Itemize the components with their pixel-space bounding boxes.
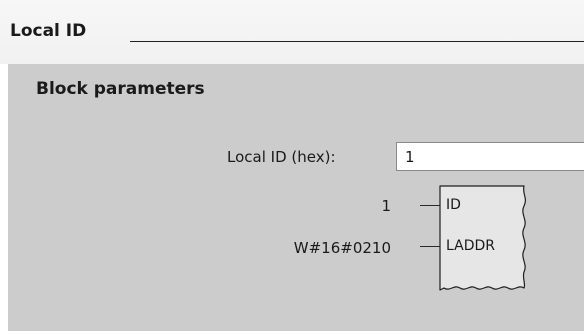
section-title: Local ID (10, 21, 87, 41)
panel-title: Block parameters (36, 79, 205, 99)
local-id-label: Local ID (hex): (227, 148, 336, 166)
pin-id-connector (420, 205, 440, 206)
block-parameters-panel: Block parameters Local ID (hex): 1 W#16#… (8, 64, 584, 331)
pin-id-name: ID (446, 197, 461, 213)
pin-laddr-connector (420, 246, 440, 247)
section-header: Local ID (0, 0, 584, 64)
pin-laddr-value: W#16#0210 (293, 239, 391, 257)
pin-laddr-name: LADDR (446, 238, 495, 254)
local-id-input[interactable] (396, 142, 584, 171)
pin-id-value: 1 (381, 197, 391, 215)
section-divider (130, 41, 584, 42)
